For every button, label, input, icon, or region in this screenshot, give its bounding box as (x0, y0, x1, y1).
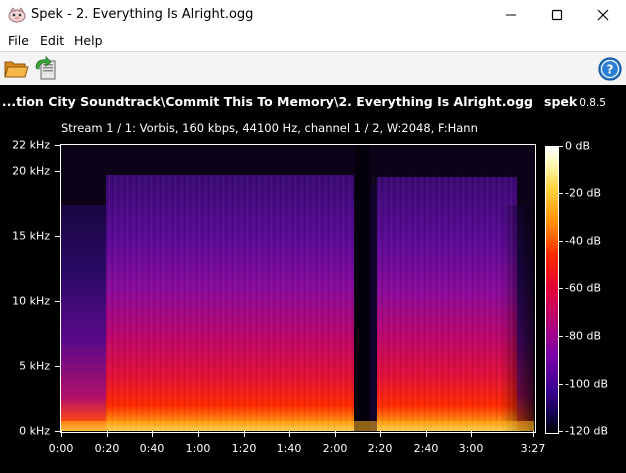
db-label: 0 dB (565, 139, 591, 153)
window-title: Spek - 2. Everything Is Alright.ogg (31, 7, 254, 22)
db-tick (559, 193, 563, 194)
db-tick (559, 146, 563, 147)
freq-label: 15 kHz (12, 229, 50, 243)
time-label: 0:40 (139, 442, 165, 455)
close-button[interactable] (580, 0, 626, 30)
spek-version: 0.8.5 (579, 97, 606, 109)
time-tick (61, 431, 62, 437)
stream-info: Stream 1 / 1: Vorbis, 160 kbps, 44100 Hz… (61, 121, 478, 135)
spectrogram-view: ...tion City Soundtrack\Commit This To M… (0, 85, 626, 473)
db-label: -120 dB (565, 424, 608, 438)
freq-label: 22 kHz (12, 138, 50, 152)
maximize-button[interactable] (534, 0, 580, 30)
db-tick (559, 384, 563, 385)
db-tick (559, 431, 563, 432)
time-tick (289, 431, 290, 437)
time-label: 1:00 (185, 442, 211, 455)
freq-label: 5 kHz (19, 359, 50, 373)
minimize-button[interactable] (488, 0, 534, 30)
freq-label: 20 kHz (12, 164, 50, 178)
db-label: -40 dB (565, 234, 601, 248)
time-tick (107, 431, 108, 437)
freq-tick (55, 145, 61, 146)
spectrogram-image (61, 145, 534, 431)
help-button[interactable]: ? (597, 56, 623, 82)
freq-tick (55, 366, 61, 367)
menu-bar: File Edit Help (0, 30, 626, 51)
time-tick (198, 431, 199, 437)
folder-open-icon (4, 61, 29, 78)
time-label: 1:40 (276, 442, 302, 455)
time-label: 3:27 (520, 442, 546, 455)
time-tick (426, 431, 427, 437)
title-bar: Spek - 2. Everything Is Alright.ogg (0, 0, 626, 30)
toolbar: ? (0, 51, 626, 86)
time-label: 2:40 (413, 442, 439, 455)
time-label: 3:00 (458, 442, 484, 455)
db-tick (559, 336, 563, 337)
db-label: -60 dB (565, 281, 601, 295)
open-file-button[interactable] (3, 56, 29, 82)
db-label: -80 dB (565, 329, 601, 343)
maximize-icon (551, 9, 563, 21)
save-export-button[interactable] (33, 56, 59, 82)
time-label: 0:20 (94, 442, 120, 455)
db-label: -20 dB (565, 186, 601, 200)
time-label: 2:00 (322, 442, 348, 455)
time-label: 2:20 (367, 442, 393, 455)
time-tick (471, 431, 472, 437)
close-icon (597, 9, 609, 21)
time-tick (335, 431, 336, 437)
menu-file[interactable]: File (8, 33, 29, 48)
menu-edit[interactable]: Edit (40, 33, 64, 48)
time-tick (244, 431, 245, 437)
db-tick (559, 241, 563, 242)
db-label: -100 dB (565, 377, 608, 391)
file-title: ...tion City Soundtrack\Commit This To M… (1, 94, 533, 109)
freq-tick (55, 301, 61, 302)
freq-tick (55, 236, 61, 237)
freq-label: 10 kHz (12, 294, 50, 308)
menu-help[interactable]: Help (74, 33, 103, 48)
time-label: 0:00 (48, 442, 74, 455)
spek-logo-text: spek (544, 94, 578, 109)
time-label: 1:20 (231, 442, 257, 455)
save-export-icon (35, 56, 56, 80)
minimize-icon (506, 14, 516, 16)
spek-app-icon (8, 7, 26, 23)
freq-tick (55, 171, 61, 172)
db-tick (559, 288, 563, 289)
spek-logo: spek 0.8.5 (544, 94, 606, 109)
freq-label: 0 kHz (19, 424, 50, 438)
time-tick (533, 431, 534, 437)
time-tick (380, 431, 381, 437)
spectrogram-plot[interactable] (61, 145, 534, 431)
time-tick (152, 431, 153, 437)
help-icon: ? (598, 57, 622, 81)
svg-text:?: ? (607, 63, 614, 77)
db-color-scale (545, 146, 559, 434)
